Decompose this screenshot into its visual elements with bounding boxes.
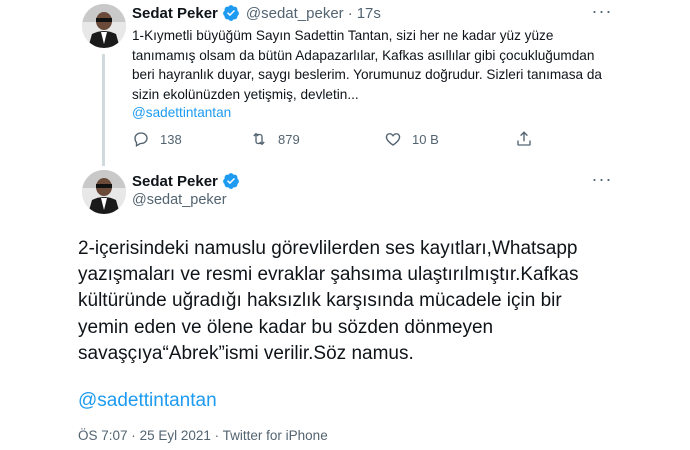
author-handle[interactable]: @sedat_peker: [132, 192, 227, 208]
author-handle[interactable]: @sedat_peker: [246, 5, 344, 22]
like-count: 10 B: [412, 131, 439, 147]
share-icon: [517, 131, 531, 146]
tweet-actions: 138 879 10 B: [132, 130, 612, 152]
heart-icon: [385, 133, 401, 146]
mention-link[interactable]: @sadettintantan: [132, 105, 231, 120]
separator-dot: ·: [347, 4, 353, 22]
verified-badge-icon: [223, 173, 239, 189]
author-name[interactable]: Sedat Peker: [132, 5, 218, 22]
tweet-2-text: 2-içerisindeki namuslu görevlilerden ses…: [78, 238, 579, 364]
tweet-source[interactable]: Twitter for iPhone: [223, 428, 328, 443]
tweet-1[interactable]: Sedat Peker @sedat_peker · 17s ··· 1-Kıy…: [64, 0, 624, 166]
reply-button[interactable]: 138: [132, 130, 182, 148]
avatar[interactable]: [82, 4, 126, 48]
author-name[interactable]: Sedat Peker: [132, 173, 218, 190]
separator-dot: ·: [131, 428, 136, 443]
tweet-meta: ÖS 7:07 · 25 Eyl 2021 · Twitter for iPho…: [78, 428, 328, 443]
reply-count: 138: [160, 131, 182, 147]
retweet-count: 879: [278, 131, 300, 147]
tweet-1-text: 1-Kıymetli büyüğüm Sayın Sadettin Tantan…: [132, 28, 602, 102]
reply-icon: [134, 132, 148, 147]
retweet-button[interactable]: 879: [250, 130, 300, 148]
mention-link[interactable]: @sadettintantan: [78, 390, 217, 412]
tweet-1-header: Sedat Peker @sedat_peker · 17s: [132, 4, 381, 22]
verified-badge-icon: [223, 5, 239, 21]
more-horizontal-icon[interactable]: ···: [590, 170, 614, 190]
tweet-date[interactable]: 25 Eyl 2021: [140, 428, 211, 443]
share-button[interactable]: [515, 130, 543, 148]
more-horizontal-icon[interactable]: ···: [590, 2, 614, 22]
tweet-time[interactable]: 17s: [357, 5, 381, 22]
like-button[interactable]: 10 B: [384, 130, 439, 148]
thread-connector: [102, 54, 105, 166]
tweet-2-header: Sedat Peker: [132, 172, 240, 190]
tweet-thread: Sedat Peker @sedat_peker · 17s ··· 1-Kıy…: [64, 0, 624, 450]
separator-dot: ·: [214, 428, 220, 443]
tweet-time[interactable]: ÖS 7:07: [78, 428, 128, 443]
avatar[interactable]: [82, 170, 126, 214]
retweet-icon: [253, 132, 265, 146]
